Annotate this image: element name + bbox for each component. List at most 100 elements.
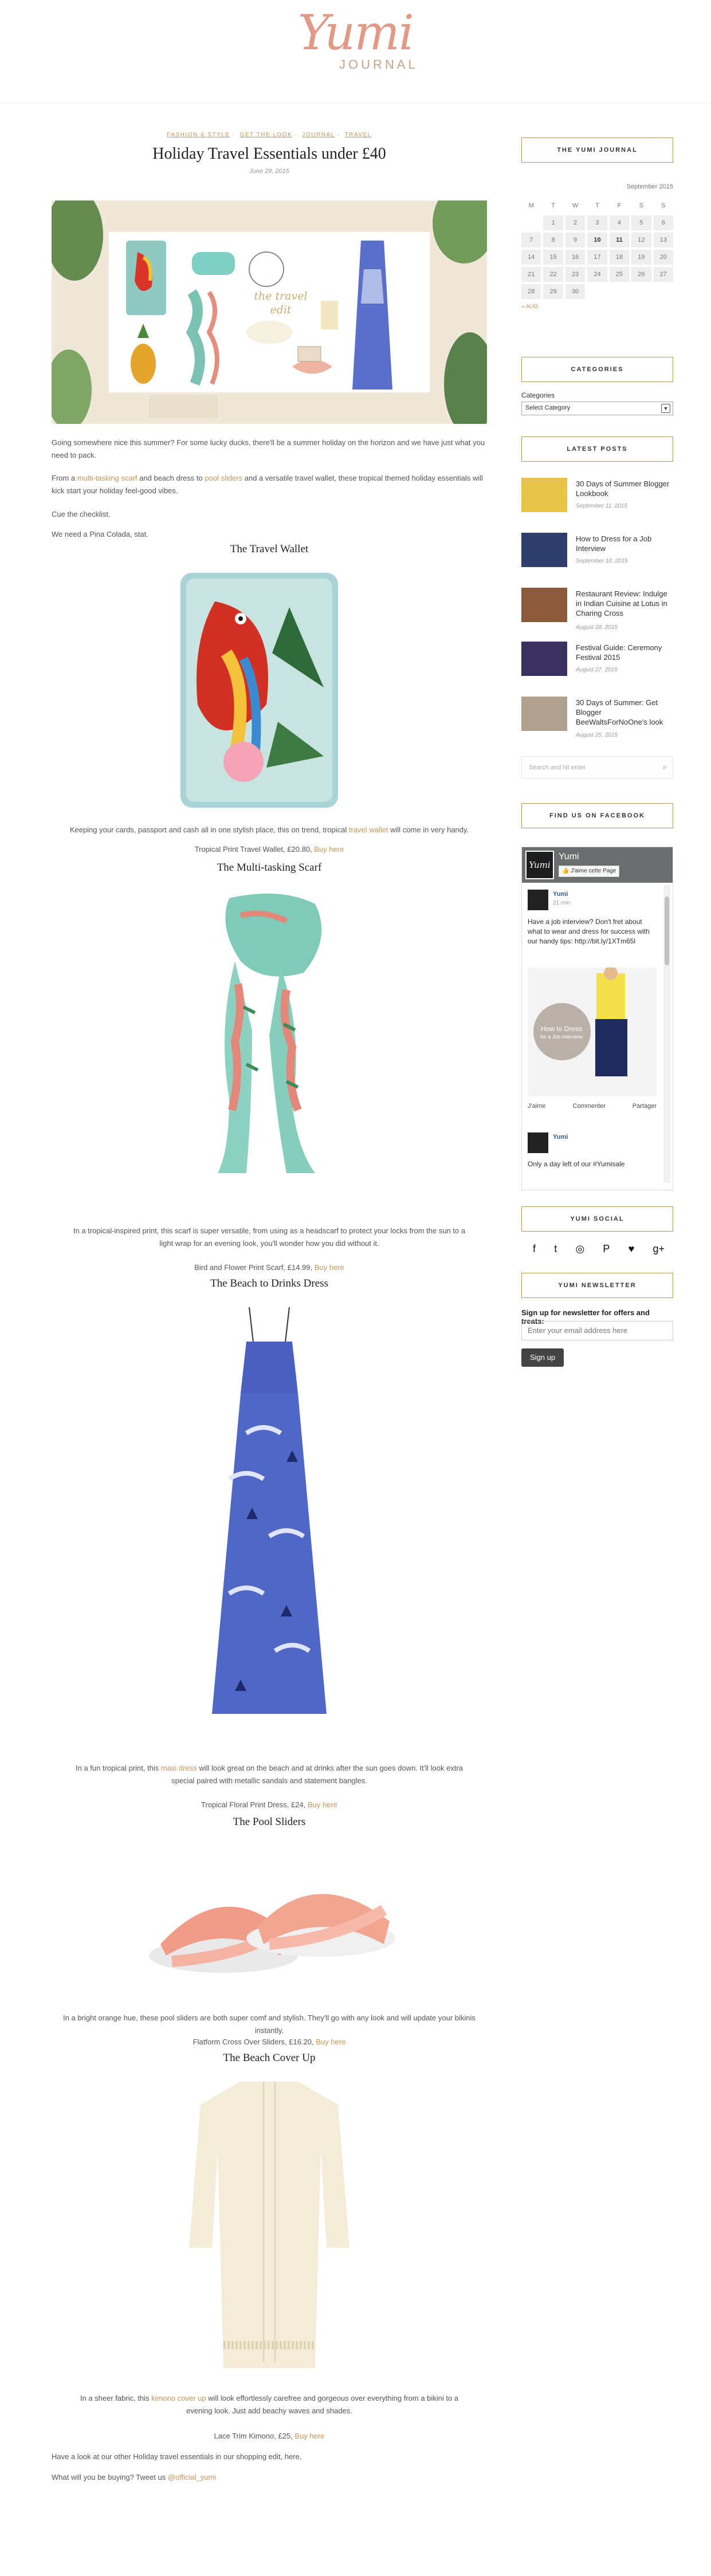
fb-like-action[interactable]: J'aime bbox=[528, 1103, 545, 1110]
fb-post-author[interactable]: Yumi bbox=[553, 1134, 568, 1140]
calendar-day[interactable]: 11 bbox=[609, 233, 630, 247]
sliders-link[interactable]: pool sliders bbox=[205, 474, 242, 482]
latest-post-item[interactable]: Festival Guide: Ceremony Festival 2015 A… bbox=[521, 642, 673, 682]
calendar-day: 17 bbox=[587, 250, 607, 265]
chevron-down-icon: ▼ bbox=[661, 404, 670, 413]
search-icon[interactable]: ⌕ bbox=[663, 762, 667, 772]
fb-share-action[interactable]: Partager bbox=[633, 1103, 657, 1110]
category-link[interactable]: JOURNAL bbox=[302, 132, 335, 138]
fb-comment-action[interactable]: Commenter bbox=[572, 1103, 605, 1110]
latest-post-date: August 25, 2015 bbox=[576, 732, 618, 738]
latest-post-title[interactable]: 30 Days of Summer: Get Blogger BeeWaltsF… bbox=[576, 698, 673, 727]
latest-post-title[interactable]: Restaurant Review: Indulge in Indian Cui… bbox=[576, 589, 673, 618]
calendar-day: 13 bbox=[653, 233, 673, 247]
buy-here-link[interactable]: Buy here bbox=[308, 1800, 337, 1809]
fb-page-name[interactable]: Yumi bbox=[559, 852, 579, 862]
twitter-icon[interactable]: t bbox=[554, 1243, 557, 1255]
category-link[interactable]: TRAVEL bbox=[345, 132, 372, 138]
fb-scrollbar[interactable] bbox=[663, 885, 670, 1183]
widget-title-facebook: FIND US ON FACEBOOK bbox=[521, 803, 673, 828]
widget-title-social: YUMI SOCIAL bbox=[521, 1206, 673, 1232]
calendar-month: September 2015 bbox=[626, 183, 673, 190]
fb-actions: J'aime Commenter Partager bbox=[528, 1103, 657, 1110]
wallet-link[interactable]: travel wallet bbox=[349, 825, 388, 834]
post-thumbnail bbox=[521, 588, 567, 622]
calendar-day: 30 bbox=[565, 284, 586, 299]
section-desc-scarf: In a tropical-inspired print, this scarf… bbox=[73, 1226, 466, 1248]
logo-script: Yumi bbox=[298, 5, 414, 61]
section-title-sliders: The Pool Sliders bbox=[233, 1816, 306, 1828]
calendar-day-header: F bbox=[617, 202, 622, 209]
fb-post-image[interactable]: How to Dress for a Job Interview bbox=[528, 966, 657, 1096]
calendar-day: 26 bbox=[631, 267, 651, 282]
fb-thumb-icon: 👍 bbox=[562, 868, 569, 874]
site-logo[interactable]: Yumi JOURNAL bbox=[298, 5, 418, 79]
newsletter-signup-button[interactable]: Sign up bbox=[521, 1348, 564, 1367]
bloglovin-icon[interactable]: ♥ bbox=[628, 1243, 635, 1255]
google-plus-icon[interactable]: g+ bbox=[653, 1243, 665, 1255]
intro-paragraph-3: Cue the checklist. bbox=[52, 510, 111, 518]
calendar-day: 25 bbox=[609, 267, 630, 282]
calendar-day: 5 bbox=[631, 215, 651, 230]
category-link[interactable]: FASHION & STYLE bbox=[167, 132, 230, 138]
buy-here-link[interactable]: Buy here bbox=[294, 2432, 324, 2440]
site-header: Yumi JOURNAL bbox=[0, 0, 711, 103]
latest-post-date: August 28, 2015 bbox=[576, 624, 618, 631]
latest-post-title[interactable]: 30 Days of Summer Blogger Lookbook bbox=[576, 479, 673, 498]
latest-post-item[interactable]: Restaurant Review: Indulge in Indian Cui… bbox=[521, 588, 673, 634]
calendar-day: 3 bbox=[587, 215, 607, 230]
calendar-day: 18 bbox=[609, 250, 630, 265]
calendar-day: 7 bbox=[521, 233, 541, 247]
calendar-day: 15 bbox=[543, 250, 563, 265]
categories-select[interactable]: Select Category ▼ bbox=[521, 402, 673, 415]
calendar-prev-link[interactable]: « AUG bbox=[521, 304, 673, 310]
calendar-day: 14 bbox=[521, 250, 541, 265]
fb-page-avatar[interactable]: Yumi bbox=[525, 851, 554, 879]
hero-text: the travel edit bbox=[254, 290, 308, 316]
fb-scrollbar-thumb[interactable] bbox=[665, 896, 669, 965]
buy-here-link[interactable]: Buy here bbox=[314, 845, 344, 854]
calendar-day-header: T bbox=[595, 202, 599, 209]
buy-here-link[interactable]: Buy here bbox=[316, 2038, 345, 2046]
latest-post-item[interactable]: 30 Days of Summer: Get Blogger BeeWaltsF… bbox=[521, 697, 673, 742]
latest-post-item[interactable]: How to Dress for a Job Interview Septemb… bbox=[521, 533, 673, 573]
calendar-day: 6 bbox=[653, 215, 673, 230]
pinterest-icon[interactable]: P bbox=[603, 1243, 610, 1255]
section-price-coverup: Lace Trim Kimono, £25, Buy here bbox=[214, 2432, 325, 2440]
calendar-day: 4 bbox=[609, 215, 630, 230]
calendar-day-header: S bbox=[639, 202, 644, 209]
scarf-link[interactable]: multi-tasking scarf bbox=[77, 474, 138, 482]
widget-title-categories: CATEGORIES bbox=[521, 357, 673, 382]
calendar-day[interactable]: 10 bbox=[587, 233, 607, 247]
kimono-link[interactable]: kimono cover up bbox=[151, 2394, 206, 2402]
fb-like-button[interactable]: 👍 J'aime cette Page bbox=[559, 866, 620, 877]
calendar-day: 21 bbox=[521, 267, 541, 282]
facebook-icon[interactable]: f bbox=[533, 1243, 536, 1255]
calendar-day bbox=[521, 215, 541, 230]
twitter-handle-link[interactable]: @official_yumi bbox=[168, 2473, 217, 2481]
calendar-day: 2 bbox=[565, 215, 586, 230]
hero-image: the travel edit bbox=[52, 200, 487, 424]
calendar-day-header: T bbox=[551, 202, 555, 209]
instagram-icon[interactable]: ◎ bbox=[575, 1243, 584, 1255]
fb-card-title: How to Dress bbox=[540, 1025, 583, 1033]
post-thumbnail bbox=[521, 533, 567, 567]
latest-post-item[interactable]: 30 Days of Summer Blogger Lookbook Septe… bbox=[521, 478, 673, 518]
social-icons: f t ◎ P ♥ g+ bbox=[533, 1243, 665, 1255]
section-title-wallet: The Travel Wallet bbox=[230, 543, 309, 555]
newsletter-email-input[interactable]: Enter your email address here bbox=[521, 1321, 673, 1340]
intro-paragraph-1: Going somewhere nice this summer? For so… bbox=[52, 438, 485, 459]
calendar-day-header: W bbox=[572, 202, 579, 209]
buy-here-link[interactable]: Buy here bbox=[315, 1263, 344, 1272]
section-desc-dress: In a fun tropical print, this maxi dress… bbox=[76, 1764, 463, 1785]
latest-post-title[interactable]: How to Dress for a Job Interview bbox=[576, 534, 673, 553]
section-price-scarf: Bird and Flower Print Scarf, £14.99, Buy… bbox=[194, 1263, 344, 1272]
category-link[interactable]: GET THE LOOK bbox=[240, 132, 293, 138]
dress-link[interactable]: maxi dress bbox=[161, 1764, 197, 1772]
search-input[interactable]: Search and hit enter ⌕ bbox=[521, 756, 673, 779]
fb-post-avatar bbox=[528, 1132, 548, 1153]
calendar-day: 8 bbox=[543, 233, 563, 247]
fb-post-author[interactable]: Yumi bbox=[553, 891, 568, 898]
latest-post-title[interactable]: Festival Guide: Ceremony Festival 2015 bbox=[576, 643, 673, 662]
fb-card-subtitle: for a Job Interview bbox=[540, 1034, 583, 1040]
